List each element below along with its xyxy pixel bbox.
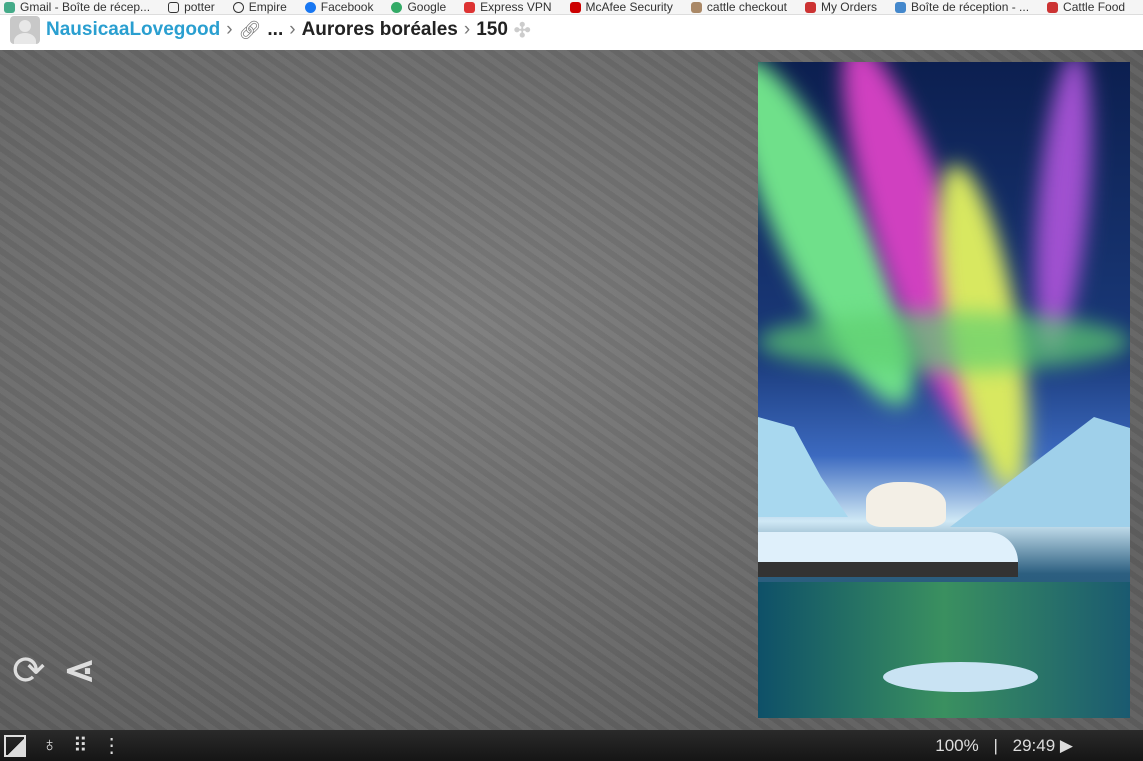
zoom-level: 100% <box>935 735 979 755</box>
bookmark[interactable]: Facebook <box>304 0 373 14</box>
bottom-toolbar: ♁ ⠿ ⋮ 100% | 29:49 ▶ <box>0 730 1143 761</box>
bookmark[interactable]: McAfee Security <box>569 0 673 14</box>
site-icon <box>1047 1 1059 13</box>
bookmark[interactable]: cattle checkout <box>690 0 787 14</box>
gmail-icon <box>894 1 906 13</box>
site-icon <box>690 1 702 13</box>
breadcrumb-ellipsis[interactable]: ... <box>267 19 283 41</box>
google-icon <box>391 1 403 13</box>
avatar[interactable] <box>10 16 40 44</box>
bookmark[interactable]: Gmail - Boîte de récep... <box>4 0 150 14</box>
refresh-icon[interactable]: ⟳ <box>12 648 46 694</box>
status-readout: 100% | 29:49 ▶ <box>935 735 1073 755</box>
bookmark[interactable]: Empire <box>232 0 287 14</box>
timer: 29:49 <box>1012 735 1056 755</box>
play-icon[interactable]: ▶ <box>1060 736 1073 755</box>
collection-link[interactable]: Aurores boréales <box>302 19 458 41</box>
globe-icon <box>232 1 244 13</box>
bookmarks-bar: Gmail - Boîte de récep... potter Empire … <box>0 0 1143 15</box>
breadcrumb: NausicaaLovegood › 🔗︎ ... › Aurores boré… <box>10 15 531 45</box>
user-link[interactable]: NausicaaLovegood <box>46 19 220 41</box>
bookmark[interactable]: Express VPN <box>464 0 552 14</box>
bookmark[interactable]: Google <box>391 0 446 14</box>
bookmark[interactable]: potter <box>168 0 215 14</box>
piece-count: 150 <box>476 19 508 40</box>
link-icon[interactable]: 🔗︎ <box>239 20 262 41</box>
puzzle-board[interactable]: ⟳ ⋖ <box>0 50 1143 730</box>
chevron-right-icon: › <box>289 19 296 40</box>
gmail-icon <box>4 1 15 13</box>
chevron-right-icon: › <box>463 19 471 40</box>
bookmark[interactable]: Boîte de réception - ... <box>894 0 1029 14</box>
more-options-icon[interactable]: ⋮ <box>102 733 122 758</box>
puzzle-preview-image <box>758 62 1130 718</box>
puzzle-piece-icon: ✣ <box>513 19 531 42</box>
mcafee-icon <box>569 1 581 13</box>
grid-icon[interactable]: ⠿ <box>73 733 88 758</box>
chevron-right-icon: › <box>226 19 233 40</box>
site-icon <box>804 1 816 13</box>
board-tools: ⟳ ⋖ <box>12 648 95 694</box>
bookmark[interactable]: My Orders <box>804 0 877 14</box>
ghost-icon[interactable]: ♁ <box>42 734 57 757</box>
vpn-icon <box>464 1 476 13</box>
bookmark[interactable]: Cattle Food <box>1047 0 1125 14</box>
share-icon[interactable]: ⋖ <box>64 648 96 694</box>
facebook-icon <box>304 1 316 13</box>
image-icon[interactable] <box>4 734 26 757</box>
folder-icon <box>168 1 180 13</box>
